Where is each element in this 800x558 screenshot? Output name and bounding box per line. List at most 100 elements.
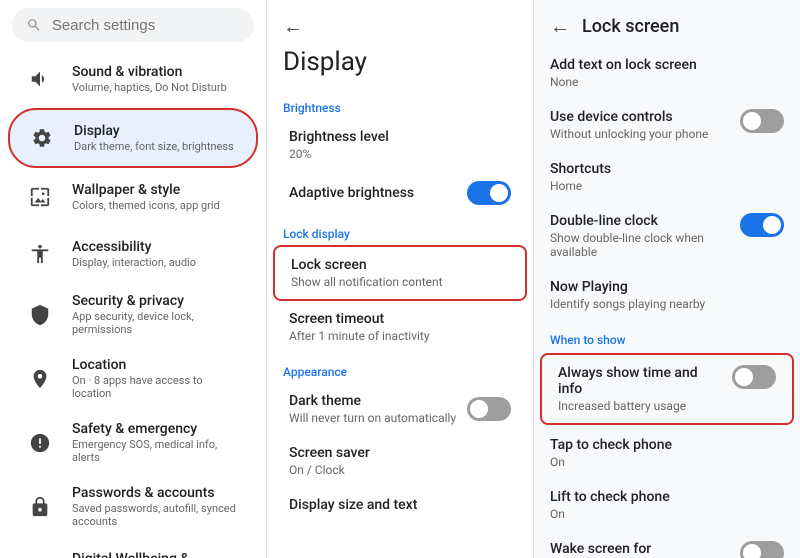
sidebar-sound-subtitle: Volume, haptics, Do Not Disturb: [72, 81, 227, 94]
sidebar-display-subtitle: Dark theme, font size, brightness: [74, 140, 234, 153]
middle-title: Display: [283, 47, 367, 77]
lift-to-check-item[interactable]: Lift to check phone On: [534, 479, 800, 531]
screen-timeout-title: Screen timeout: [289, 311, 430, 327]
sidebar-sound-title: Sound & vibration: [72, 64, 227, 80]
sidebar-safety-title: Safety & emergency: [72, 421, 244, 437]
double-line-clock-title: Double-line clock: [550, 213, 732, 229]
sidebar-security-subtitle: App security, device lock, permissions: [72, 310, 244, 336]
sidebar-item-sound[interactable]: Sound & vibration Volume, haptics, Do No…: [8, 51, 258, 107]
sound-icon: [22, 61, 58, 97]
now-playing-title: Now Playing: [550, 279, 705, 295]
location-icon: [22, 361, 58, 397]
device-controls-title: Use device controls: [550, 109, 708, 125]
double-line-clock-item[interactable]: Double-line clock Show double-line clock…: [534, 203, 800, 269]
right-panel: ← Lock screen Add text on lock screen No…: [534, 0, 800, 558]
middle-back-button[interactable]: ←: [283, 14, 303, 39]
device-controls-subtitle: Without unlocking your phone: [550, 127, 708, 141]
display-size-item[interactable]: Display size and text: [273, 487, 527, 523]
shortcuts-item[interactable]: Shortcuts Home: [534, 151, 800, 203]
device-controls-toggle[interactable]: [740, 109, 784, 133]
sidebar-wallpaper-title: Wallpaper & style: [72, 182, 220, 198]
dark-theme-title: Dark theme: [289, 393, 456, 409]
sidebar-location-subtitle: On · 8 apps have access to location: [72, 374, 244, 400]
sidebar-security-title: Security & privacy: [72, 293, 244, 309]
sidebar-item-safety[interactable]: Safety & emergency Emergency SOS, medica…: [8, 411, 258, 474]
display-icon: [24, 120, 60, 156]
middle-panel: ← Display Brightness Brightness level 20…: [267, 0, 534, 558]
middle-content: Display Brightness Brightness level 20% …: [267, 47, 533, 558]
sidebar-item-security[interactable]: Security & privacy App security, device …: [8, 283, 258, 346]
brightness-level-item[interactable]: Brightness level 20%: [273, 119, 527, 171]
wake-screen-title: Wake screen for notifications: [550, 541, 732, 558]
right-header: ← Lock screen: [534, 0, 800, 47]
always-show-time-title: Always show time and info: [558, 365, 724, 397]
sidebar-item-display[interactable]: Display Dark theme, font size, brightnes…: [8, 108, 258, 168]
lift-to-check-subtitle: On: [550, 507, 670, 521]
adaptive-brightness-toggle[interactable]: [467, 181, 511, 205]
sidebar-accessibility-subtitle: Display, interaction, audio: [72, 256, 196, 269]
lock-screen-subtitle: Show all notification content: [291, 275, 443, 289]
wallpaper-icon: [22, 179, 58, 215]
double-line-clock-toggle[interactable]: [740, 213, 784, 237]
device-controls-item[interactable]: Use device controls Without unlocking yo…: [534, 99, 800, 151]
adaptive-brightness-item[interactable]: Adaptive brightness: [273, 171, 527, 215]
brightness-section-label: Brightness: [267, 89, 533, 119]
display-size-title: Display size and text: [289, 497, 417, 513]
search-input[interactable]: [52, 17, 240, 34]
sidebar-wallpaper-subtitle: Colors, themed icons, app grid: [72, 199, 220, 212]
nav-items: Sound & vibration Volume, haptics, Do No…: [0, 50, 266, 558]
tap-to-check-subtitle: On: [550, 455, 672, 469]
adaptive-brightness-title: Adaptive brightness: [289, 185, 414, 201]
appearance-section-label: Appearance: [267, 353, 533, 383]
sidebar-accessibility-title: Accessibility: [72, 239, 196, 255]
shortcuts-subtitle: Home: [550, 179, 611, 193]
dark-theme-toggle[interactable]: [467, 397, 511, 421]
security-icon: [22, 297, 58, 333]
sidebar-safety-subtitle: Emergency SOS, medical info, alerts: [72, 438, 244, 464]
sidebar-display-title: Display: [74, 123, 234, 139]
safety-icon: [22, 425, 58, 461]
lock-screen-item[interactable]: Lock screen Show all notification conten…: [273, 245, 527, 301]
right-content: Add text on lock screen None Use device …: [534, 47, 800, 558]
when-to-show-label: When to show: [534, 321, 800, 351]
sidebar-item-accessibility[interactable]: Accessibility Display, interaction, audi…: [8, 226, 258, 282]
add-text-subtitle: None: [550, 75, 697, 89]
lock-screen-title: Lock screen: [291, 257, 443, 273]
right-back-button[interactable]: ←: [550, 14, 570, 39]
sidebar-item-passwords[interactable]: Passwords & accounts Saved passwords, au…: [8, 475, 258, 538]
dark-theme-item[interactable]: Dark theme Will never turn on automatica…: [273, 383, 527, 435]
screen-saver-subtitle: On / Clock: [289, 463, 370, 477]
brightness-level-subtitle: 20%: [289, 147, 389, 161]
always-show-time-item[interactable]: Always show time and info Increased batt…: [540, 353, 794, 425]
wellbeing-icon: [22, 549, 58, 558]
add-text-title: Add text on lock screen: [550, 57, 697, 73]
search-bar[interactable]: [12, 8, 254, 42]
screen-timeout-subtitle: After 1 minute of inactivity: [289, 329, 430, 343]
right-panel-title: Lock screen: [582, 16, 679, 37]
screen-timeout-item[interactable]: Screen timeout After 1 minute of inactiv…: [273, 301, 527, 353]
sidebar-passwords-title: Passwords & accounts: [72, 485, 244, 501]
middle-header: ←: [267, 0, 533, 47]
now-playing-item[interactable]: Now Playing Identify songs playing nearb…: [534, 269, 800, 321]
wake-screen-item[interactable]: Wake screen for notifications When scree…: [534, 531, 800, 558]
sidebar-item-wallpaper[interactable]: Wallpaper & style Colors, themed icons, …: [8, 169, 258, 225]
sidebar-item-location[interactable]: Location On · 8 apps have access to loca…: [8, 347, 258, 410]
tap-to-check-title: Tap to check phone: [550, 437, 672, 453]
sidebar-item-wellbeing[interactable]: Digital Wellbeing & parental controls: [8, 539, 258, 558]
tap-to-check-item[interactable]: Tap to check phone On: [534, 427, 800, 479]
passwords-icon: [22, 489, 58, 525]
add-text-item[interactable]: Add text on lock screen None: [534, 47, 800, 99]
shortcuts-title: Shortcuts: [550, 161, 611, 177]
dark-theme-subtitle: Will never turn on automatically: [289, 411, 456, 425]
now-playing-subtitle: Identify songs playing nearby: [550, 297, 705, 311]
accessibility-icon: [22, 236, 58, 272]
always-show-time-toggle[interactable]: [732, 365, 776, 389]
sidebar-location-title: Location: [72, 357, 244, 373]
sidebar-wellbeing-title: Digital Wellbeing & parental controls: [72, 551, 244, 558]
wake-screen-toggle[interactable]: [740, 541, 784, 558]
double-line-clock-subtitle: Show double-line clock when available: [550, 231, 732, 259]
sidebar-passwords-subtitle: Saved passwords, autofill, synced accoun…: [72, 502, 244, 528]
brightness-level-title: Brightness level: [289, 129, 389, 145]
screen-saver-item[interactable]: Screen saver On / Clock: [273, 435, 527, 487]
screen-saver-title: Screen saver: [289, 445, 370, 461]
